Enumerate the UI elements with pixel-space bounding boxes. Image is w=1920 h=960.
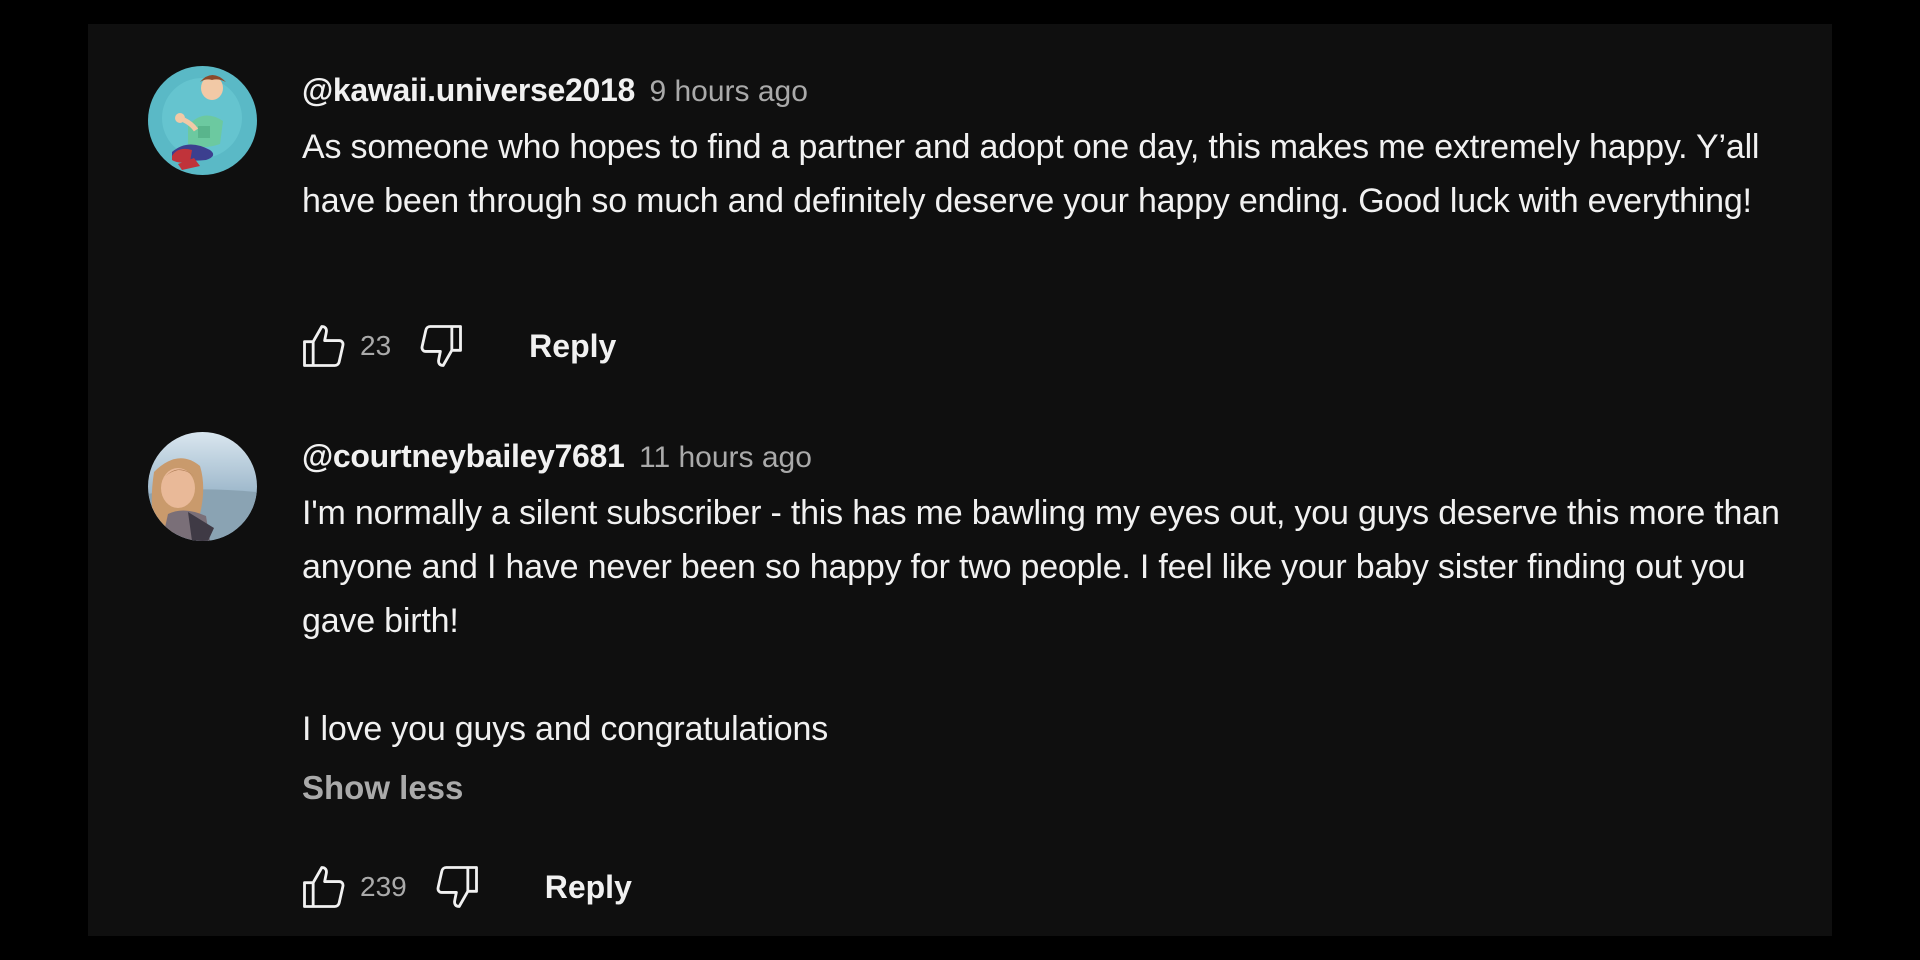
comment-header: @kawaii.universe2018 9 hours ago [302, 70, 1812, 110]
comment-text: I'm normally a silent subscriber - this … [302, 486, 1812, 756]
like-count: 239 [360, 871, 407, 902]
comments-panel: @kawaii.universe2018 9 hours ago As some… [88, 24, 1832, 936]
thumbs-down-icon [420, 325, 463, 367]
comment-actions: 239 Reply [296, 857, 632, 917]
comment-author[interactable]: @kawaii.universe2018 [302, 72, 635, 108]
comment-paragraph: I love you guys and congratulations [302, 710, 829, 748]
comment-paragraph: I'm normally a silent subscriber - this … [302, 494, 1780, 640]
thumbs-down-icon [436, 866, 478, 908]
like-button[interactable] [296, 318, 352, 374]
like-button[interactable] [296, 859, 352, 915]
comment-text: As someone who hopes to find a partner a… [302, 120, 1812, 228]
dislike-button[interactable] [429, 859, 485, 915]
reply-button[interactable]: Reply [545, 869, 632, 906]
thumbs-up-icon [303, 325, 345, 367]
comment-header: @courtneybailey7681 11 hours ago [302, 436, 1812, 476]
comment-paragraph: As someone who hopes to find a partner a… [302, 128, 1760, 220]
avatar[interactable] [148, 66, 257, 175]
cartoon-character-icon [148, 66, 257, 175]
thumbs-up-icon [303, 866, 345, 908]
comment-timestamp[interactable]: 9 hours ago [649, 75, 807, 108]
reply-button[interactable]: Reply [529, 328, 616, 365]
comment-actions: 23 Reply [296, 316, 616, 376]
like-count: 23 [360, 330, 392, 361]
beach-photo-icon [148, 432, 257, 541]
comment-author[interactable]: @courtneybailey7681 [302, 438, 625, 474]
avatar[interactable] [148, 432, 257, 541]
dislike-button[interactable] [413, 318, 469, 374]
comment-timestamp[interactable]: 11 hours ago [639, 441, 812, 474]
show-less-button[interactable]: Show less [302, 768, 463, 808]
